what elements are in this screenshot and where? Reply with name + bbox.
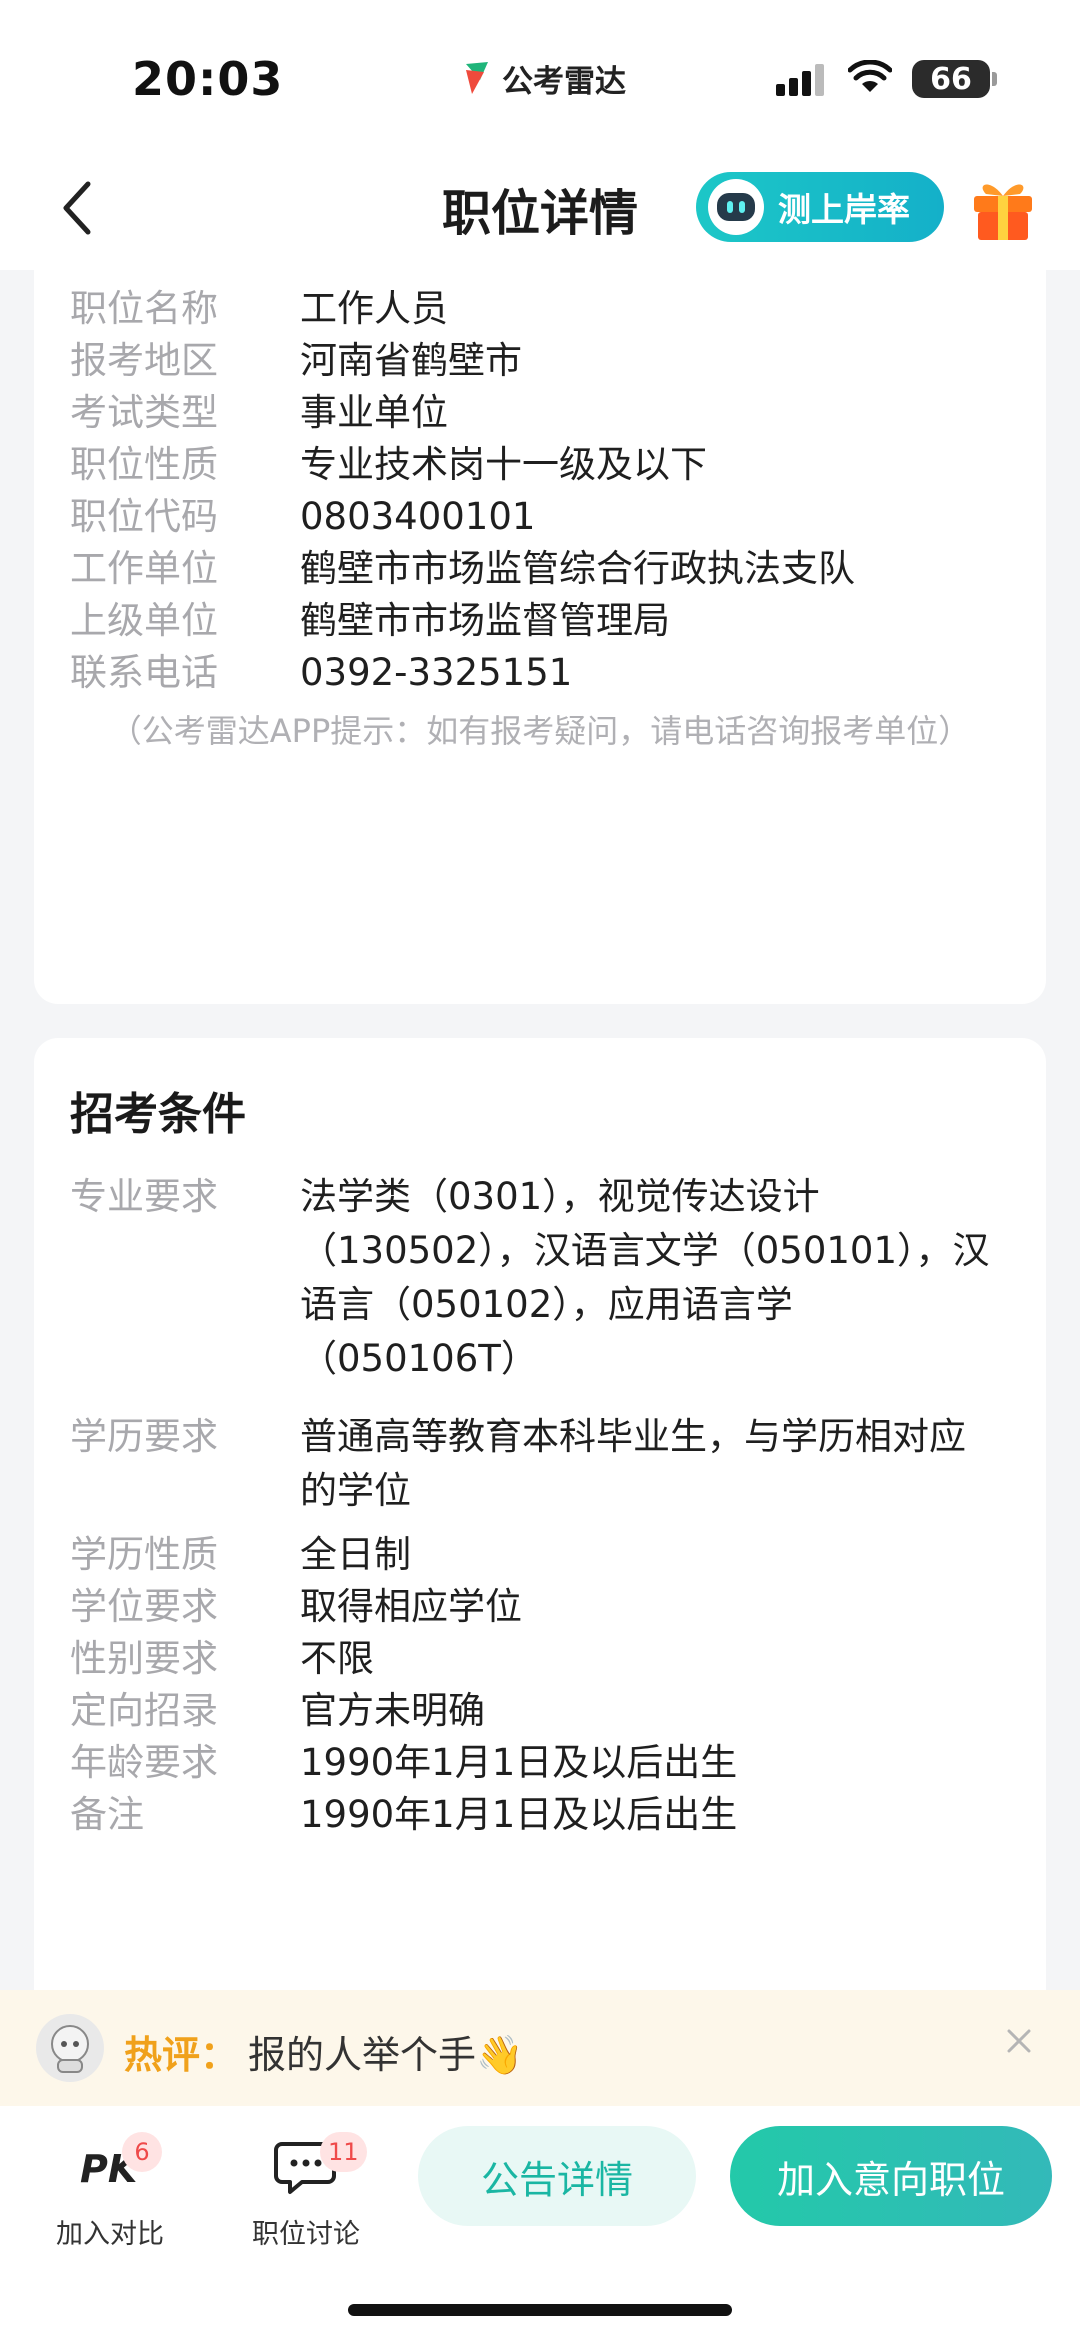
info-label: 职位代码: [70, 495, 218, 538]
req-label: 专业要求: [70, 1175, 218, 1218]
contact-phone[interactable]: 0392-3325151: [300, 646, 1020, 700]
battery-tip: [992, 72, 997, 86]
status-bar: 20:03 公考雷达 66: [0, 0, 1080, 150]
req-row: 定向招录 官方未明确: [70, 1684, 1020, 1738]
info-value: 0803400101: [300, 495, 536, 538]
info-row: 上级单位 鹤壁市市场监督管理局: [70, 594, 1020, 648]
info-value: 鹤壁市市场监督管理局: [300, 599, 670, 642]
req-label: 学位要求: [70, 1585, 218, 1628]
hot-comment-bar[interactable]: 热评： 报的人举个手👋: [0, 1990, 1080, 2106]
req-value: 取得相应学位: [300, 1585, 522, 1628]
info-label: 报考地区: [70, 339, 218, 382]
mascot-icon: [51, 2025, 89, 2073]
req-value: 全日制: [300, 1533, 411, 1576]
home-indicator[interactable]: [348, 2304, 732, 2316]
info-label: 职位性质: [70, 443, 218, 486]
close-button[interactable]: [998, 2020, 1040, 2062]
info-value: 工作人员: [300, 287, 448, 330]
info-row: 职位性质 专业技术岗十一级及以下: [70, 438, 1020, 492]
req-row: 性别要求 不限: [70, 1632, 1020, 1686]
position-info-card: 职位名称 工作人员 报考地区 河南省鹤壁市 考试类型 事业单位 职位性质 专业技…: [34, 244, 1046, 1004]
discussion-label: 职位讨论: [252, 2219, 360, 2250]
info-value: 鹤壁市市场监管综合行政执法支队: [300, 547, 855, 590]
gift-icon[interactable]: [966, 170, 1040, 244]
req-row: 学位要求 取得相应学位: [70, 1580, 1020, 1634]
info-label: 联系电话: [70, 651, 218, 694]
req-row: 专业要求 法学类（0301），视觉传达设计（130502），汉语言文学（0501…: [70, 1170, 990, 1386]
info-label: 考试类型: [70, 391, 218, 434]
discussion-button[interactable]: 11 职位讨论: [226, 2130, 386, 2250]
app-brand-name: 公考雷达: [502, 64, 626, 100]
info-label: 上级单位: [70, 599, 218, 642]
discussion-badge: 11: [320, 2132, 367, 2172]
robot-icon: [708, 179, 764, 235]
req-value: 法学类（0301），视觉传达设计（130502），汉语言文学（050101），汉…: [300, 1175, 990, 1380]
section-title: 招考条件: [70, 1089, 246, 1140]
req-value: 不限: [300, 1637, 374, 1680]
app-hint: （公考雷达APP提示：如有报考疑问，请电话咨询报考单位）: [109, 712, 971, 750]
req-value: 1990年1月1日及以后出生: [300, 1741, 738, 1784]
req-label: 年龄要求: [70, 1741, 218, 1784]
compare-label: 加入对比: [56, 2219, 164, 2250]
req-value: 官方未明确: [300, 1689, 485, 1732]
wifi-icon: [848, 60, 892, 92]
requirements-card: 招考条件 专业要求 法学类（0301），视觉传达设计（130502），汉语言文学…: [34, 1038, 1046, 2038]
add-compare-button[interactable]: PK 6 加入对比: [30, 2130, 190, 2250]
req-row: 年龄要求 1990年1月1日及以后出生: [70, 1736, 1020, 1790]
req-label: 学历要求: [70, 1415, 218, 1458]
info-label: 工作单位: [70, 547, 218, 590]
req-row: 学历性质 全日制: [70, 1528, 1020, 1582]
notice-details-button[interactable]: 公告详情: [418, 2126, 696, 2226]
test-success-rate-label: 测上岸率: [778, 190, 910, 229]
close-icon: [1007, 2029, 1031, 2053]
app-logo-icon: [466, 61, 488, 94]
avatar: [36, 2014, 104, 2082]
add-intended-position-button[interactable]: 加入意向职位: [730, 2126, 1052, 2226]
info-row: 报考地区 河南省鹤壁市: [70, 334, 1020, 388]
req-label: 备注: [70, 1793, 144, 1836]
info-row: 职位代码 0803400101: [70, 490, 1020, 544]
req-label: 学历性质: [70, 1533, 218, 1576]
app-brand: 公考雷达: [462, 56, 626, 101]
info-row: 考试类型 事业单位: [70, 386, 1020, 440]
compare-badge: 6: [122, 2132, 162, 2172]
status-time: 20:03: [132, 52, 284, 106]
hot-comment-label: 热评：: [124, 2033, 239, 2077]
info-value: 事业单位: [300, 391, 448, 434]
req-value: 1990年1月1日及以后出生: [300, 1793, 738, 1836]
req-row: 备注 1990年1月1日及以后出生: [70, 1788, 1020, 1842]
info-row: 工作单位 鹤壁市市场监管综合行政执法支队: [70, 542, 1020, 596]
req-label: 定向招录: [70, 1689, 218, 1732]
signal-icon: [776, 64, 824, 96]
req-label: 性别要求: [70, 1637, 218, 1680]
info-row: 联系电话 0392-3325151: [70, 646, 1020, 700]
info-label: 职位名称: [70, 287, 218, 330]
screen: 20:03 公考雷达 66 职位详情 测上岸率 职位名称 工作人员 报考地区 河…: [0, 0, 1080, 2341]
hot-comment-text: 报的人举个手👋: [248, 2033, 524, 2077]
info-value: 专业技术岗十一级及以下: [300, 443, 707, 486]
req-row: 学历要求 普通高等教育本科毕业生，与学历相对应的学位: [70, 1410, 1000, 1518]
test-success-rate-button[interactable]: 测上岸率: [696, 172, 944, 242]
info-row: 职位名称 工作人员: [70, 282, 1020, 336]
info-value: 河南省鹤壁市: [300, 339, 522, 382]
battery-icon: 66: [912, 60, 990, 98]
req-value: 普通高等教育本科毕业生，与学历相对应的学位: [300, 1415, 966, 1512]
